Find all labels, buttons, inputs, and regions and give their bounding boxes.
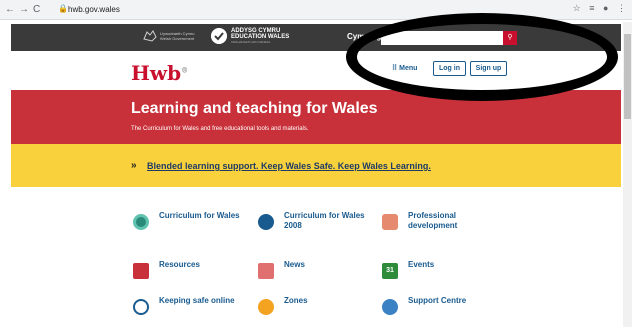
books-icon bbox=[133, 263, 149, 279]
page-scrollbar[interactable] bbox=[623, 22, 632, 327]
blended-learning-banner: » Blended learning support. Keep Wales S… bbox=[11, 144, 621, 187]
queue-icon[interactable]: ≡ bbox=[589, 3, 594, 13]
browser-actions: ☆ ≡ ● ⋮ bbox=[567, 3, 626, 14]
newspaper-icon bbox=[258, 263, 274, 279]
double-chevron-icon: » bbox=[131, 160, 137, 171]
shield-icon bbox=[133, 299, 149, 315]
welsh-government-logo[interactable]: Llywodraeth Cymru Welsh Government bbox=[143, 28, 198, 46]
back-icon[interactable]: ← bbox=[5, 3, 15, 17]
url-text[interactable]: hwb.gov.wales bbox=[68, 4, 120, 16]
annotation-ellipse bbox=[346, 13, 618, 101]
gov-logo-line2: Welsh Government bbox=[160, 36, 195, 41]
address-bar[interactable]: 🔒 hwb.gov.wales bbox=[58, 4, 618, 16]
check-icon bbox=[211, 28, 227, 44]
hero-subtitle: The Curriculum for Wales and free educat… bbox=[131, 126, 309, 132]
curriculum-icon bbox=[133, 214, 149, 230]
lock-icon: 🔒 bbox=[58, 4, 68, 13]
blended-learning-link[interactable]: Blended learning support. Keep Wales Saf… bbox=[147, 161, 431, 171]
star-icon[interactable]: ☆ bbox=[573, 3, 581, 13]
hero-title: Learning and teaching for Wales bbox=[131, 100, 378, 117]
tree-icon bbox=[382, 214, 398, 230]
puzzle-icon bbox=[258, 299, 274, 315]
more-icon[interactable]: ⋮ bbox=[617, 3, 626, 13]
forward-icon[interactable]: → bbox=[19, 3, 29, 17]
help-icon bbox=[382, 299, 398, 315]
calendar-icon: 31 bbox=[382, 263, 398, 279]
lightbulb-icon bbox=[258, 214, 274, 230]
education-wales-logo[interactable]: ADDYSG CYMRU EDUCATION WALES CENHADAETH … bbox=[211, 27, 291, 47]
reload-icon[interactable]: C bbox=[33, 3, 40, 17]
edu-logo-line3: CENHADAETH EIN CENEDL bbox=[231, 40, 271, 44]
dragon-icon bbox=[143, 30, 157, 42]
hwb-logo[interactable]: Hwb® bbox=[131, 61, 188, 85]
account-icon[interactable]: ● bbox=[603, 3, 608, 13]
scrollbar-thumb[interactable] bbox=[624, 34, 631, 119]
